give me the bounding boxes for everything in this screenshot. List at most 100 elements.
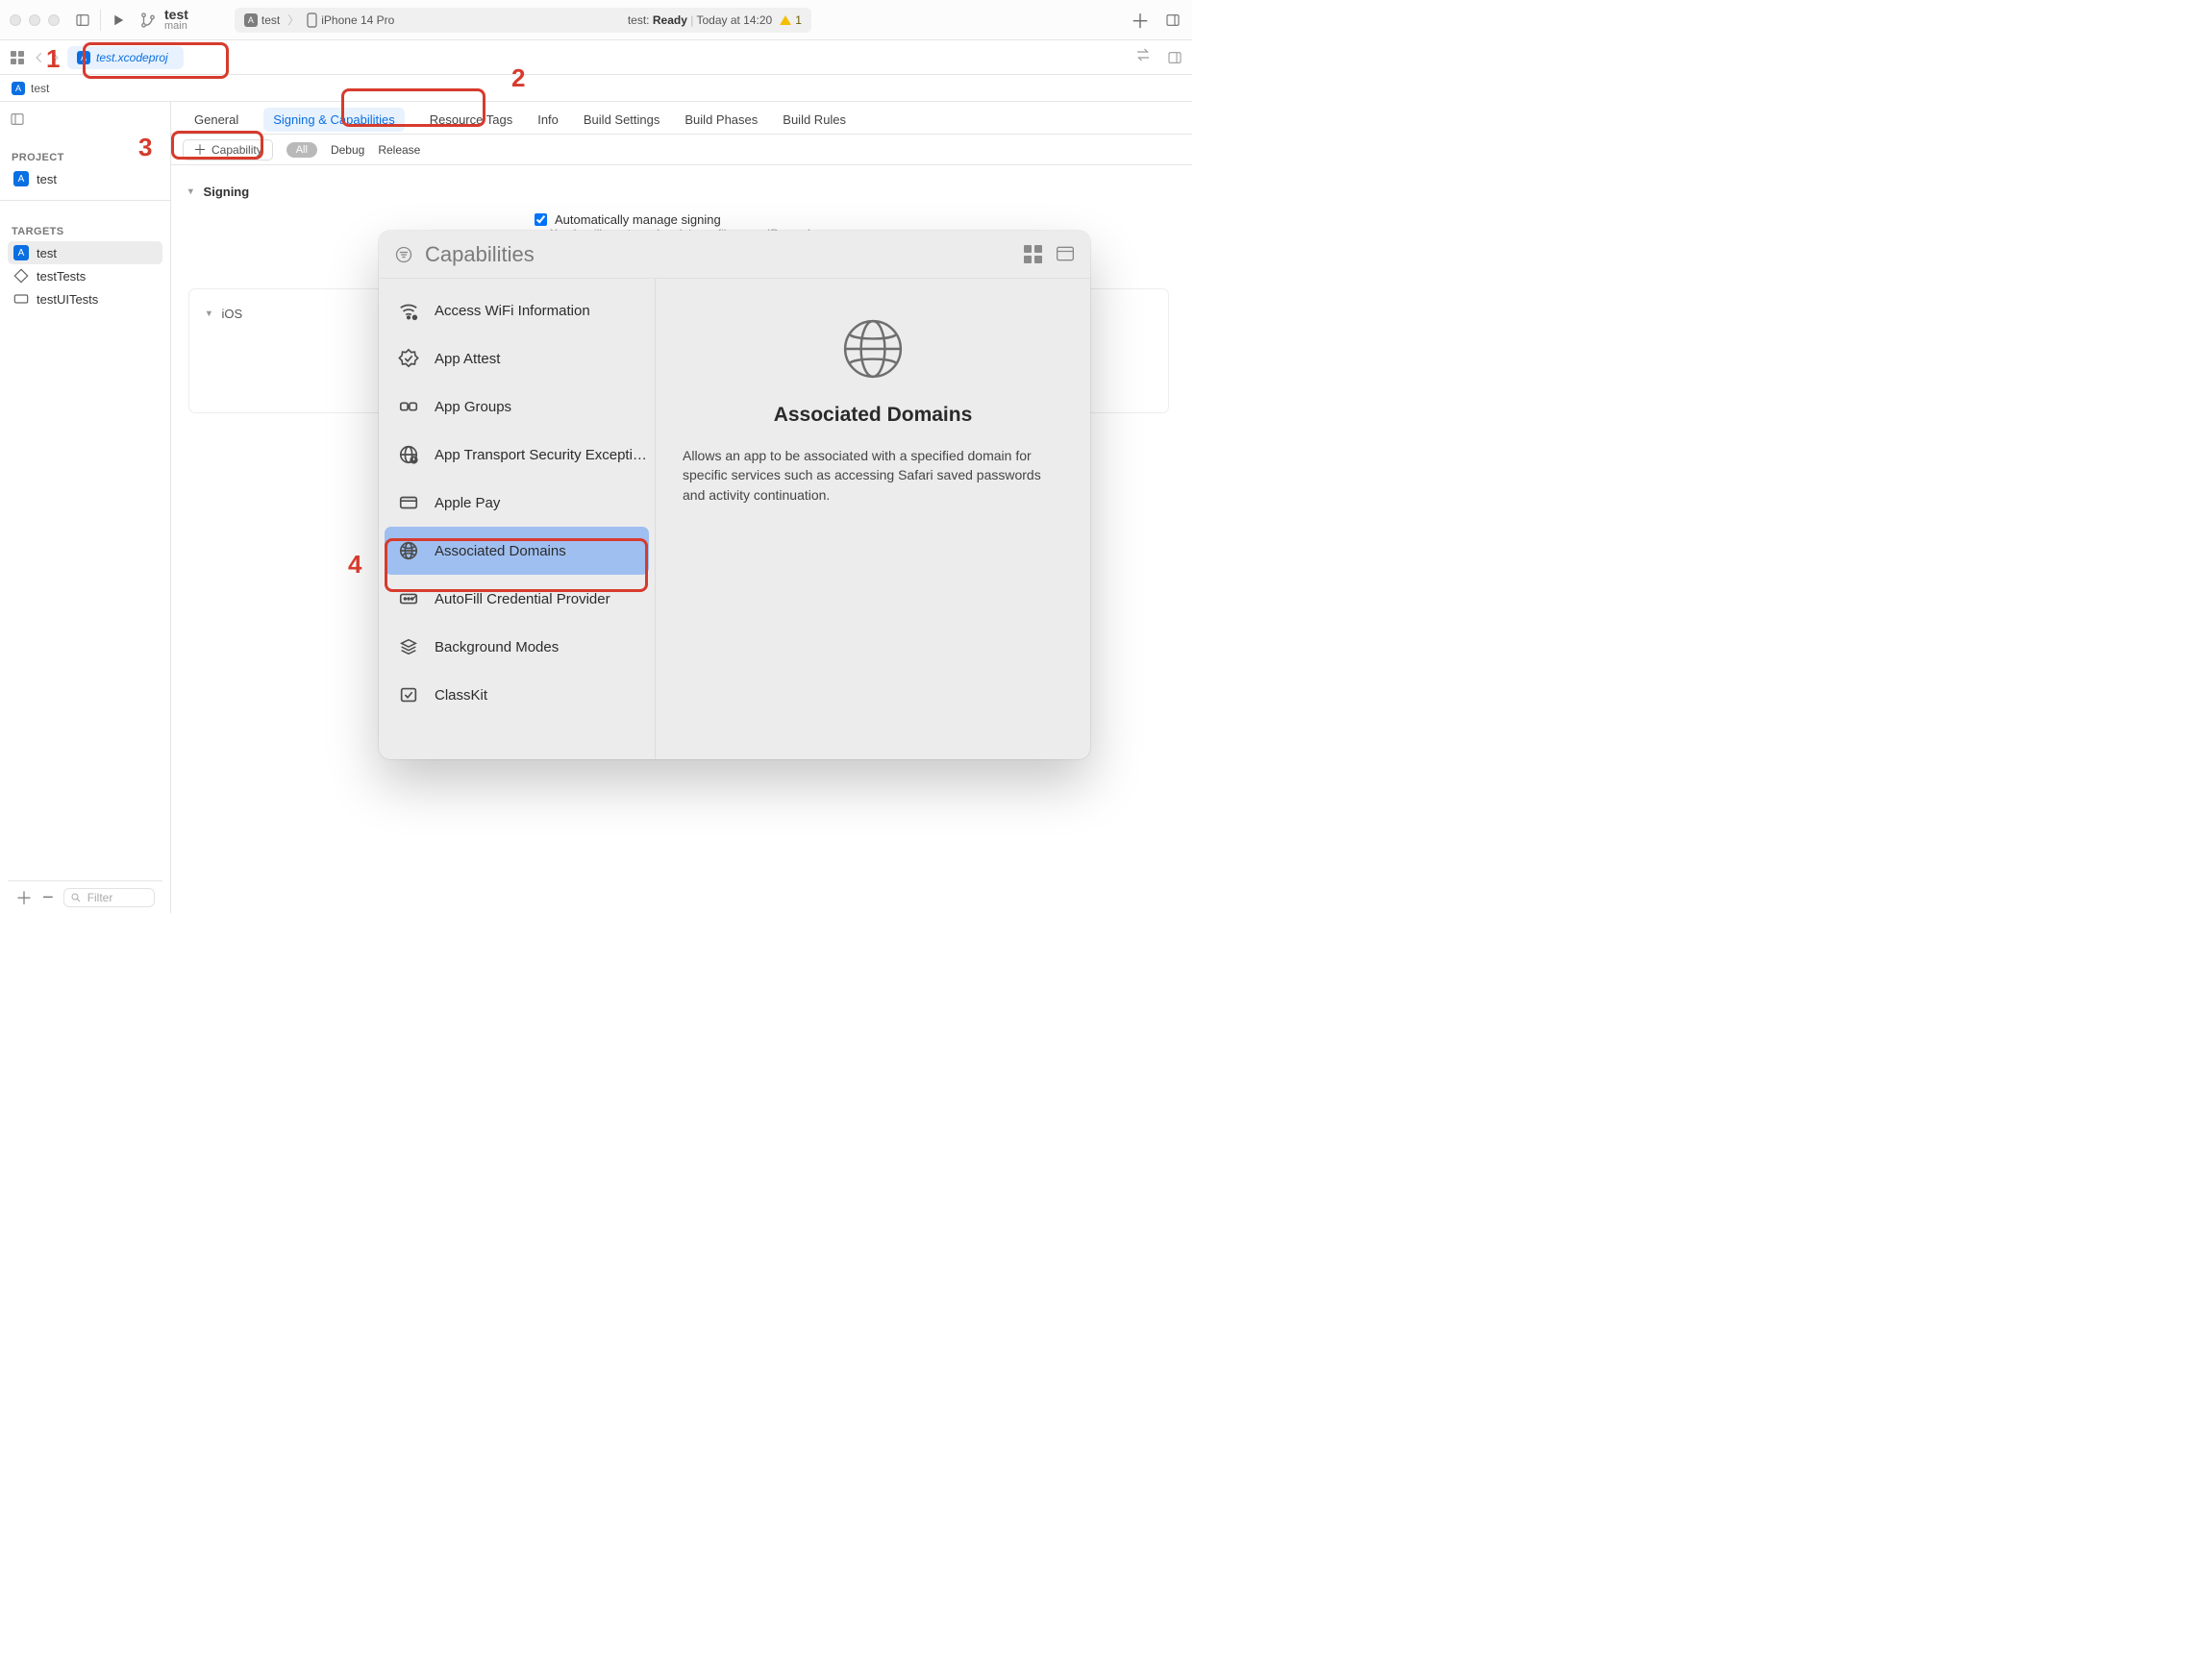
capability-item-label: AutoFill Credential Provider: [435, 591, 610, 607]
capability-item[interactable]: i Access WiFi Information: [385, 286, 649, 334]
divider: [100, 10, 101, 31]
sidebar-project-item[interactable]: A test: [8, 167, 162, 190]
activity-device: iPhone 14 Pro: [307, 12, 394, 28]
disclosure-triangle-icon: ▸: [185, 189, 197, 195]
sidebar-target-uitests[interactable]: testUITests: [8, 287, 162, 310]
list-filter-icon[interactable]: [394, 245, 413, 264]
sidebar-header-project: PROJECT: [12, 152, 162, 163]
project-icon: A: [13, 171, 29, 186]
scheme-selector[interactable]: test main: [139, 8, 188, 32]
add-capability-button[interactable]: ＋ Capability: [183, 139, 273, 161]
auto-manage-row[interactable]: Automatically manage signing: [535, 212, 1175, 227]
capability-item-icon: [398, 396, 419, 417]
capability-item[interactable]: AutoFill Credential Provider: [385, 575, 649, 623]
remove-target-button[interactable]: −: [42, 893, 54, 902]
tab-build-rules[interactable]: Build Rules: [783, 112, 846, 134]
swap-arrows-icon[interactable]: [1134, 48, 1152, 62]
tab-info[interactable]: Info: [537, 112, 559, 134]
warning-triangle-icon: [780, 15, 791, 25]
capability-item-icon: [398, 540, 419, 561]
capability-subbar: ＋ Capability All Debug Release: [171, 135, 1192, 165]
capability-item[interactable]: App Groups: [385, 383, 649, 431]
capability-button-label: Capability: [212, 143, 262, 157]
filter-all[interactable]: All: [286, 142, 317, 158]
capability-item-icon: i: [398, 300, 419, 321]
project-file-icon: A: [77, 51, 90, 64]
sidebar-footer: ＋ − Filter: [8, 880, 162, 913]
chevron-right-icon: [48, 51, 62, 64]
breadcrumb[interactable]: A test: [0, 75, 1192, 102]
capability-item-icon: [398, 492, 419, 513]
add-target-button[interactable]: ＋: [15, 885, 33, 910]
editor-layout-icon[interactable]: [1165, 48, 1184, 67]
capability-item[interactable]: Apple Pay: [385, 479, 649, 527]
unit-test-icon: [13, 268, 29, 284]
sidebar-header-targets: TARGETS: [12, 226, 162, 237]
sidebar-item-label: test: [37, 172, 57, 186]
capability-item-icon: [398, 444, 419, 465]
sidebar-filter-field[interactable]: Filter: [63, 888, 155, 907]
tab-build-phases[interactable]: Build Phases: [684, 112, 758, 134]
tab-general[interactable]: General: [194, 112, 238, 134]
right-panel-toggle-icon[interactable]: [1163, 11, 1182, 30]
capability-item-icon: [398, 588, 419, 609]
capability-item-label: App Transport Security Excepti…: [435, 447, 647, 463]
capability-item-label: Associated Domains: [435, 543, 566, 559]
sidebar-target-tests[interactable]: testTests: [8, 264, 162, 287]
tab-resource-tags[interactable]: Resource Tags: [430, 112, 512, 134]
auto-manage-checkbox[interactable]: [535, 213, 547, 226]
capability-item-label: ClassKit: [435, 687, 487, 704]
sidebar-target-app[interactable]: A test: [8, 241, 162, 264]
detail-title: Associated Domains: [774, 404, 973, 427]
tab-signing-capabilities[interactable]: Signing & Capabilities: [263, 108, 404, 132]
filter-icon: [70, 892, 82, 903]
editor-tabbar: A test.xcodeproj: [0, 40, 1192, 75]
app-target-icon: A: [13, 245, 29, 260]
capabilities-list[interactable]: i Access WiFi Information App Attest App Gr…: [379, 279, 656, 759]
add-button[interactable]: ＋: [1131, 6, 1150, 34]
disclosure-triangle-icon: ▸: [203, 311, 215, 317]
project-sidebar: PROJECT A test TARGETS A test testTests …: [0, 102, 171, 913]
nav-arrows[interactable]: [33, 51, 62, 64]
activity-viewer[interactable]: A test 〉 iPhone 14 Pro test: Ready | Tod…: [235, 8, 811, 33]
window-traffic-lights[interactable]: [10, 14, 60, 26]
capability-item[interactable]: ClassKit: [385, 671, 649, 719]
capability-item-label: App Groups: [435, 399, 511, 415]
warning-indicator[interactable]: 1: [780, 13, 802, 27]
filter-debug[interactable]: Debug: [331, 143, 364, 157]
filter-release[interactable]: Release: [378, 143, 420, 157]
scheme-name: test: [164, 8, 188, 21]
grid-view-icon[interactable]: [1024, 245, 1042, 263]
ui-test-icon: [13, 291, 29, 307]
popover-header: Capabilities: [379, 231, 1090, 279]
config-tabs: General Signing & Capabilities Resource …: [171, 102, 1192, 135]
sidebar-item-label: testUITests: [37, 292, 98, 307]
capability-item[interactable]: App Transport Security Excepti…: [385, 431, 649, 479]
auto-manage-label: Automatically manage signing: [555, 212, 721, 227]
open-file-tab[interactable]: A test.xcodeproj: [67, 46, 184, 69]
popover-title: Capabilities: [425, 242, 535, 267]
sidebar-toggle-icon[interactable]: [8, 110, 27, 129]
globe-icon: [841, 317, 905, 381]
capability-item[interactable]: App Attest: [385, 334, 649, 383]
phone-icon: [307, 12, 317, 28]
breadcrumb-project: test: [31, 82, 49, 95]
activity-scheme: A test: [244, 13, 280, 27]
left-panel-toggle-icon[interactable]: [73, 11, 92, 30]
capability-item[interactable]: Background Modes: [385, 623, 649, 671]
branch-icon: [139, 12, 157, 29]
capability-item[interactable]: Associated Domains: [385, 527, 649, 575]
capability-item-label: Apple Pay: [435, 495, 500, 511]
related-items-icon[interactable]: [8, 48, 27, 67]
section-signing-header[interactable]: ▸ Signing: [188, 185, 1175, 199]
run-button[interactable]: [109, 11, 128, 30]
detail-body: Allows an app to be associated with a sp…: [683, 446, 1063, 505]
tab-build-settings[interactable]: Build Settings: [584, 112, 660, 134]
capability-item-icon: [398, 348, 419, 369]
capability-item-icon: [398, 636, 419, 657]
split-view-icon[interactable]: [1056, 245, 1075, 262]
capability-item-icon: [398, 684, 419, 705]
open-file-name: test.xcodeproj: [96, 51, 168, 64]
capability-item-label: Access WiFi Information: [435, 303, 590, 319]
capability-item-label: Background Modes: [435, 639, 559, 655]
